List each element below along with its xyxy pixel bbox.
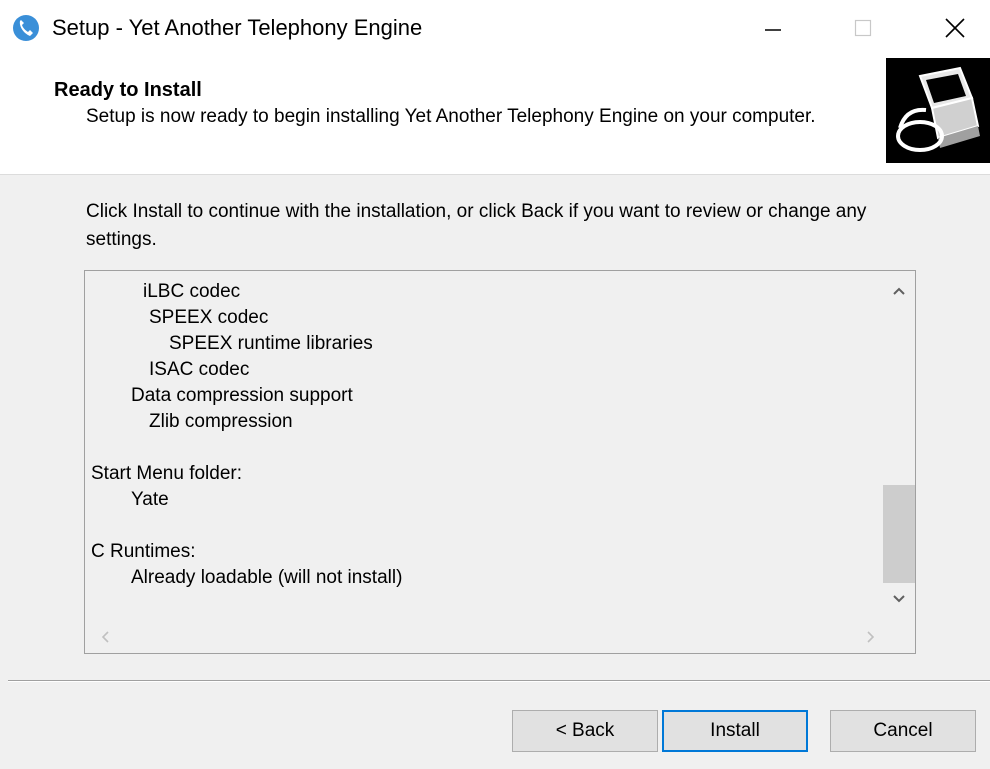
- ready-memo[interactable]: iLBC codec SPEEX codec SPEEX runtime lib…: [84, 270, 916, 654]
- memo-line: ISAC codec: [149, 359, 250, 380]
- scroll-left-button[interactable]: [89, 621, 121, 653]
- chevron-right-icon: [867, 631, 875, 643]
- memo-line: C Runtimes:: [91, 541, 196, 562]
- title-bar[interactable]: Setup - Yet Another Telephony Engine: [0, 0, 990, 56]
- memo-line: Start Menu folder:: [91, 463, 243, 484]
- vertical-scroll-thumb[interactable]: [883, 485, 915, 583]
- page-subtitle: Setup is now ready to begin installing Y…: [86, 106, 816, 127]
- scroll-down-button[interactable]: [883, 583, 915, 615]
- minimize-button[interactable]: [742, 0, 804, 56]
- scroll-up-button[interactable]: [883, 275, 915, 307]
- memo-line: Data compression support: [131, 385, 353, 406]
- memo-blank-line: [91, 513, 881, 539]
- memo-content: iLBC codec SPEEX codec SPEEX runtime lib…: [91, 279, 881, 591]
- maximize-icon: [854, 19, 872, 37]
- memo-blank-line: [91, 435, 881, 461]
- maximize-button[interactable]: [832, 0, 894, 56]
- install-button[interactable]: Install: [662, 710, 808, 752]
- footer-divider: [8, 680, 990, 682]
- memo-line: SPEEX codec: [149, 307, 269, 328]
- wizard-header: Ready to Install Setup is now ready to b…: [0, 56, 990, 175]
- chevron-left-icon: [101, 631, 109, 643]
- page-title: Ready to Install: [54, 79, 202, 101]
- back-button[interactable]: < Back: [512, 710, 658, 752]
- memo-line: iLBC codec: [143, 281, 241, 302]
- instructions-text: Click Install to continue with the insta…: [86, 201, 867, 250]
- memo-line: SPEEX runtime libraries: [169, 333, 373, 354]
- scroll-right-button[interactable]: [855, 621, 887, 653]
- memo-line: Zlib compression: [149, 411, 293, 432]
- memo-line: Already loadable (will not install): [131, 567, 403, 588]
- chevron-down-icon: [893, 595, 905, 603]
- minimize-icon: [765, 29, 781, 31]
- close-button[interactable]: [924, 0, 986, 56]
- close-icon: [945, 18, 965, 38]
- computer-install-icon: [886, 58, 990, 163]
- chevron-up-icon: [893, 287, 905, 295]
- cancel-button[interactable]: Cancel: [830, 710, 976, 752]
- yate-app-icon: [12, 14, 40, 42]
- memo-line: Yate: [131, 489, 169, 510]
- horizontal-scrollbar[interactable]: [85, 621, 915, 653]
- window-title: Setup - Yet Another Telephony Engine: [52, 15, 423, 40]
